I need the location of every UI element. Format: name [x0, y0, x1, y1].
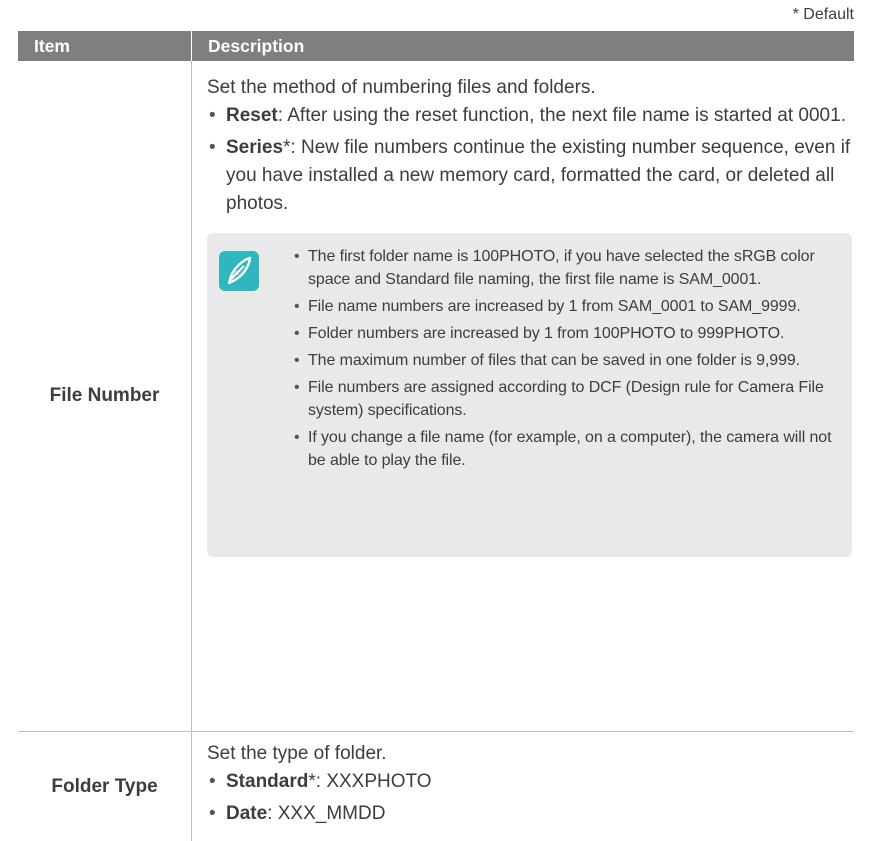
option-series-term: Series — [226, 137, 284, 158]
option-date: Date: XXX_MMDD — [207, 800, 854, 828]
row-description-file-number: Set the method of numbering files and fo… — [192, 61, 854, 731]
option-date-term: Date — [226, 803, 268, 824]
note-list: The first folder name is 100PHOTO, if yo… — [294, 245, 832, 476]
folder-type-options: Standard*: XXXPHOTO Date: XXX_MMDD — [207, 768, 854, 828]
header-item: Item — [18, 31, 192, 61]
option-date-text: : XXX_MMDD — [267, 803, 386, 824]
option-standard-default-mark: * — [308, 771, 316, 792]
note-pen-icon — [219, 251, 259, 291]
option-standard: Standard*: XXXPHOTO — [207, 768, 854, 796]
row-description-folder-type: Set the type of folder. Standard*: XXXPH… — [192, 732, 854, 841]
option-reset-term: Reset — [226, 105, 278, 126]
note-item: File name numbers are increased by 1 fro… — [294, 295, 832, 318]
note-item: If you change a file name (for example, … — [294, 426, 832, 472]
table-row-folder-type: Folder Type Set the type of folder. Stan… — [18, 732, 854, 841]
header-description: Description — [208, 36, 305, 56]
note-box: The first folder name is 100PHOTO, if yo… — [207, 233, 852, 557]
file-number-intro: Set the method of numbering files and fo… — [207, 77, 596, 98]
option-series-text: : New file numbers continue the existing… — [226, 137, 851, 214]
note-item: Folder numbers are increased by 1 from 1… — [294, 322, 832, 345]
table-row-file-number: File Number Set the method of numbering … — [18, 61, 854, 732]
default-legend: * Default — [792, 6, 854, 23]
option-reset: Reset: After using the reset function, t… — [207, 102, 854, 130]
file-number-options: Reset: After using the reset function, t… — [207, 102, 854, 218]
note-item: File numbers are assigned according to D… — [294, 376, 832, 422]
option-reset-text: : After using the reset function, the ne… — [277, 105, 846, 126]
row-title-file-number: File Number — [18, 61, 192, 731]
note-item: The first folder name is 100PHOTO, if yo… — [294, 245, 832, 291]
option-standard-text: : XXXPHOTO — [315, 771, 432, 792]
row-title-folder-type: Folder Type — [18, 732, 192, 841]
option-series: Series*: New file numbers continue the e… — [207, 134, 854, 218]
option-standard-term: Standard — [226, 771, 309, 792]
table-header: Item Description — [18, 31, 854, 61]
folder-type-intro: Set the type of folder. — [207, 743, 387, 764]
settings-table: Item Description File Number Set the met… — [18, 31, 854, 841]
note-item: The maximum number of files that can be … — [294, 349, 832, 372]
